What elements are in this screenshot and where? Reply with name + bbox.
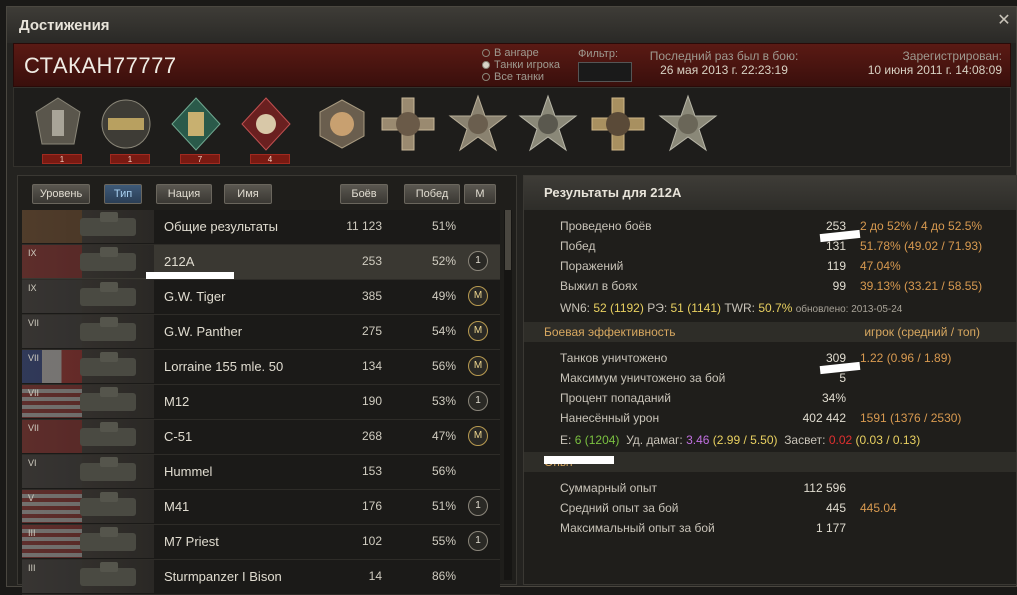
stat-losses: Поражений 119 47.04% — [560, 259, 901, 273]
table-row[interactable]: VI Hummel 153 56% — [22, 455, 500, 490]
tank-thumbnail: VII — [22, 385, 154, 418]
medal-pool-icon[interactable]: 1 — [96, 94, 156, 164]
table-row[interactable]: V M41 176 51% 1 — [22, 490, 500, 525]
sort-nation-button[interactable]: Нация — [156, 184, 212, 204]
radio-dot-icon — [482, 61, 490, 69]
sort-bar: Уровень Тип Нация Имя Боёв Побед М — [18, 176, 516, 208]
vehicle-filter-radios: В ангаре Танки игрока Все танки — [482, 47, 560, 83]
medal-star-3-icon[interactable] — [658, 94, 718, 164]
efficiency-line: Е: 6 (1204) Уд. дамаг: 3.46 (2.99 / 5.50… — [560, 433, 921, 447]
last-seen: Последний раз был в бою: 26 мая 2013 г. … — [649, 49, 799, 77]
filter-input[interactable] — [578, 62, 632, 82]
medal-cross-2-icon[interactable] — [588, 94, 648, 164]
stat-damage: Нанесённый урон 402 442 1591 (1376 / 2530) — [560, 411, 962, 425]
filter-label: Фильтр: — [578, 48, 619, 60]
sort-battles-button[interactable]: Боёв — [340, 184, 388, 204]
sort-mastery-button[interactable]: М — [464, 184, 496, 204]
tank-thumbnail: VII — [22, 350, 154, 383]
scrollbar-thumb[interactable] — [505, 210, 511, 270]
stat-total-exp: Суммарный опыт 112 596 — [560, 481, 846, 495]
mastery-badge-icon: M — [468, 356, 488, 376]
radio-dot-icon — [482, 49, 490, 57]
vehicle-list: Общие результаты 11 123 51% IX 212A 253 … — [22, 210, 500, 595]
medal-cross-1-icon[interactable] — [378, 94, 438, 164]
registered-date: Зарегистрирован: 10 июня 2011 г. 14:08:0… — [867, 49, 1002, 77]
mastery-badge-icon: M — [468, 426, 488, 446]
section-efficiency: Боевая эффективность игрок (средний / топ… — [524, 322, 1016, 342]
medal-star-1-icon[interactable] — [448, 94, 508, 164]
results-title: Результаты для 212A — [524, 176, 1016, 210]
sort-name-button[interactable]: Имя — [224, 184, 272, 204]
radio-player-tanks[interactable]: Танки игрока — [482, 59, 560, 71]
radio-dot-icon — [482, 73, 490, 81]
medal-bruno-icon[interactable] — [312, 94, 372, 164]
achievements-window: Достижения ✕ СТАКАН77777 В ангаре Танки … — [6, 6, 1017, 595]
stat-avg-exp: Средний опыт за бой 445 445.04 — [560, 501, 897, 515]
table-row-overall[interactable]: Общие результаты 11 123 51% — [22, 210, 500, 245]
table-row[interactable]: VII G.W. Panther 275 54% M — [22, 315, 500, 350]
stat-max-killed: Максимум уничтожено за бой 5 — [560, 371, 846, 385]
table-row[interactable]: III Sturmpanzer I Bison 14 86% — [22, 560, 500, 595]
table-row[interactable]: III M7 Priest 102 55% 1 — [22, 525, 500, 560]
table-row[interactable]: VII С-51 268 47% M — [22, 420, 500, 455]
stat-killed: Танков уничтожено 309 1.22 (0.96 / 1.89) — [560, 351, 952, 365]
medal-lafayette-icon[interactable]: 4 — [236, 94, 296, 164]
stat-hit-percent: Процент попаданий 34% — [560, 391, 846, 405]
mastery-badge-icon: 1 — [468, 496, 488, 516]
results-panel: Результаты для 212A Проведено боёв 253 2 д… — [523, 175, 1017, 585]
tank-thumbnail: IX — [22, 245, 154, 278]
tank-thumbnail — [22, 210, 154, 243]
radio-in-hangar[interactable]: В ангаре — [482, 47, 560, 59]
mastery-badge-icon: M — [468, 286, 488, 306]
mastery-badge-icon: 1 — [468, 531, 488, 551]
stat-battles: Проведено боёв 253 2 до 52% / 4 до 52.5% — [560, 219, 983, 233]
tank-thumbnail: IX — [22, 280, 154, 313]
tank-thumbnail: III — [22, 560, 154, 593]
player-header: СТАКАН77777 В ангаре Танки игрока Все та… — [13, 43, 1011, 87]
medal-raseiniai-icon[interactable]: 7 — [166, 94, 226, 164]
mastery-badge-icon: 1 — [468, 251, 488, 271]
stat-max-exp: Максимальный опыт за бой 1 177 — [560, 521, 846, 535]
tank-thumbnail: VI — [22, 455, 154, 488]
tank-thumbnail: VII — [22, 420, 154, 453]
table-row[interactable]: IX 212A 253 52% 1 — [22, 245, 500, 280]
mastery-badge-icon: M — [468, 321, 488, 341]
stat-survived: Выжил в боях 99 39.13% (33.21 / 58.55) — [560, 279, 983, 293]
table-row[interactable]: IX G.W. Tiger 385 49% M — [22, 280, 500, 315]
tank-thumbnail: V — [22, 490, 154, 523]
close-icon[interactable]: ✕ — [996, 13, 1012, 29]
sort-wins-button[interactable]: Побед — [404, 184, 460, 204]
medal-star-2-icon[interactable] — [518, 94, 578, 164]
sort-type-button[interactable]: Тип — [104, 184, 142, 204]
list-scrollbar[interactable] — [504, 210, 512, 580]
redaction-mark — [544, 456, 614, 464]
tank-thumbnail: VII — [22, 315, 154, 348]
vehicle-list-panel: Уровень Тип Нация Имя Боёв Побед М Общие… — [17, 175, 517, 595]
medal-kolobanov-icon[interactable]: 1 — [28, 94, 88, 164]
player-name: СТАКАН77777 — [24, 53, 177, 78]
sort-level-button[interactable]: Уровень — [32, 184, 90, 204]
title-bar[interactable]: Достижения ✕ — [7, 7, 1016, 43]
tank-thumbnail: III — [22, 525, 154, 558]
rating-line: WN6: 52 (1192) РЭ: 51 (1141) TWR: 50.7% … — [560, 301, 903, 315]
table-row[interactable]: VII M12 190 53% 1 — [22, 385, 500, 420]
redaction-mark — [146, 272, 234, 279]
window-title: Достижения — [19, 17, 110, 34]
stat-wins: Побед 131 51.78% (49.02 / 71.93) — [560, 239, 983, 253]
table-row[interactable]: VII Lorraine 155 mle. 50 134 56% M — [22, 350, 500, 385]
mastery-badge-icon: 1 — [468, 391, 488, 411]
medal-bar: 1 1 7 4 — [13, 87, 1011, 167]
radio-all-tanks[interactable]: Все танки — [482, 71, 560, 83]
